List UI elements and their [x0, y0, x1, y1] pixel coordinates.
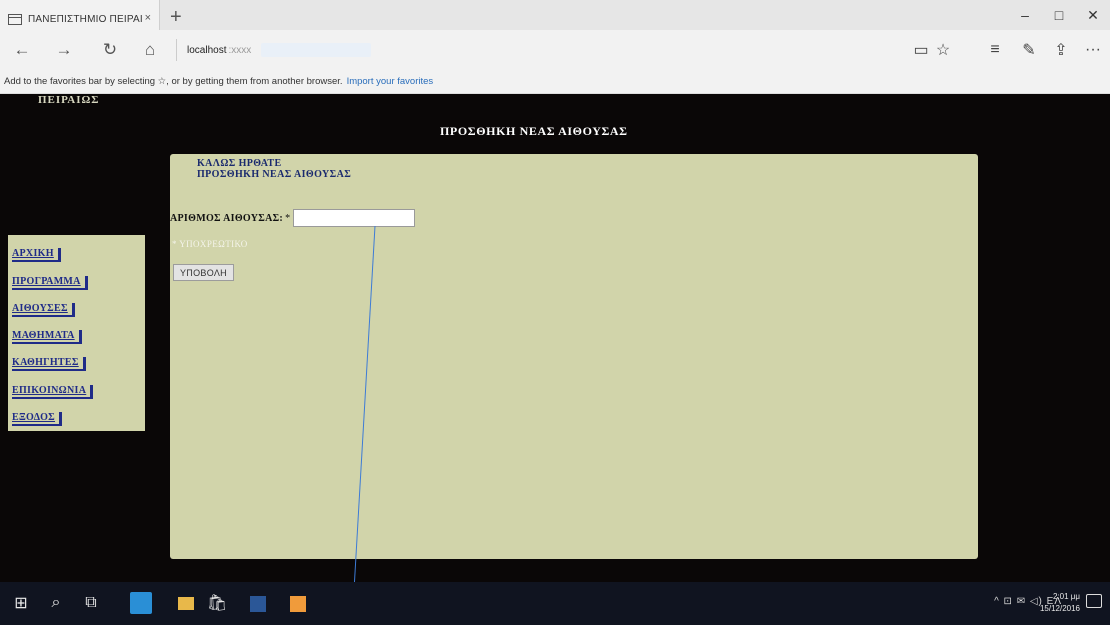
- annotation-pointer: [351, 225, 376, 625]
- notification-center-icon[interactable]: [1086, 594, 1102, 608]
- clock[interactable]: 2:01 μμ 15/12/2016: [1040, 591, 1080, 615]
- clock-date: 15/12/2016: [1039, 604, 1080, 613]
- store-icon[interactable]: 🛍: [206, 592, 228, 614]
- clock-time: 2:01 μμ: [1052, 592, 1080, 601]
- annotation-line: [351, 225, 376, 625]
- file-explorer-icon[interactable]: [178, 597, 194, 610]
- start-icon[interactable]: ⊞: [10, 592, 32, 614]
- taskbar: ⊞ ⌕ ⧉ 🛍 ^ ⊡ ✉ ◁) ΕΛ 2:01 μμ 15/12/2016: [0, 582, 1110, 625]
- app-icon[interactable]: [290, 596, 306, 612]
- edge-browser-icon[interactable]: [130, 592, 152, 614]
- word-app-icon[interactable]: [250, 596, 266, 612]
- task-view-icon[interactable]: ⧉: [80, 592, 102, 614]
- search-icon[interactable]: ⌕: [45, 592, 67, 614]
